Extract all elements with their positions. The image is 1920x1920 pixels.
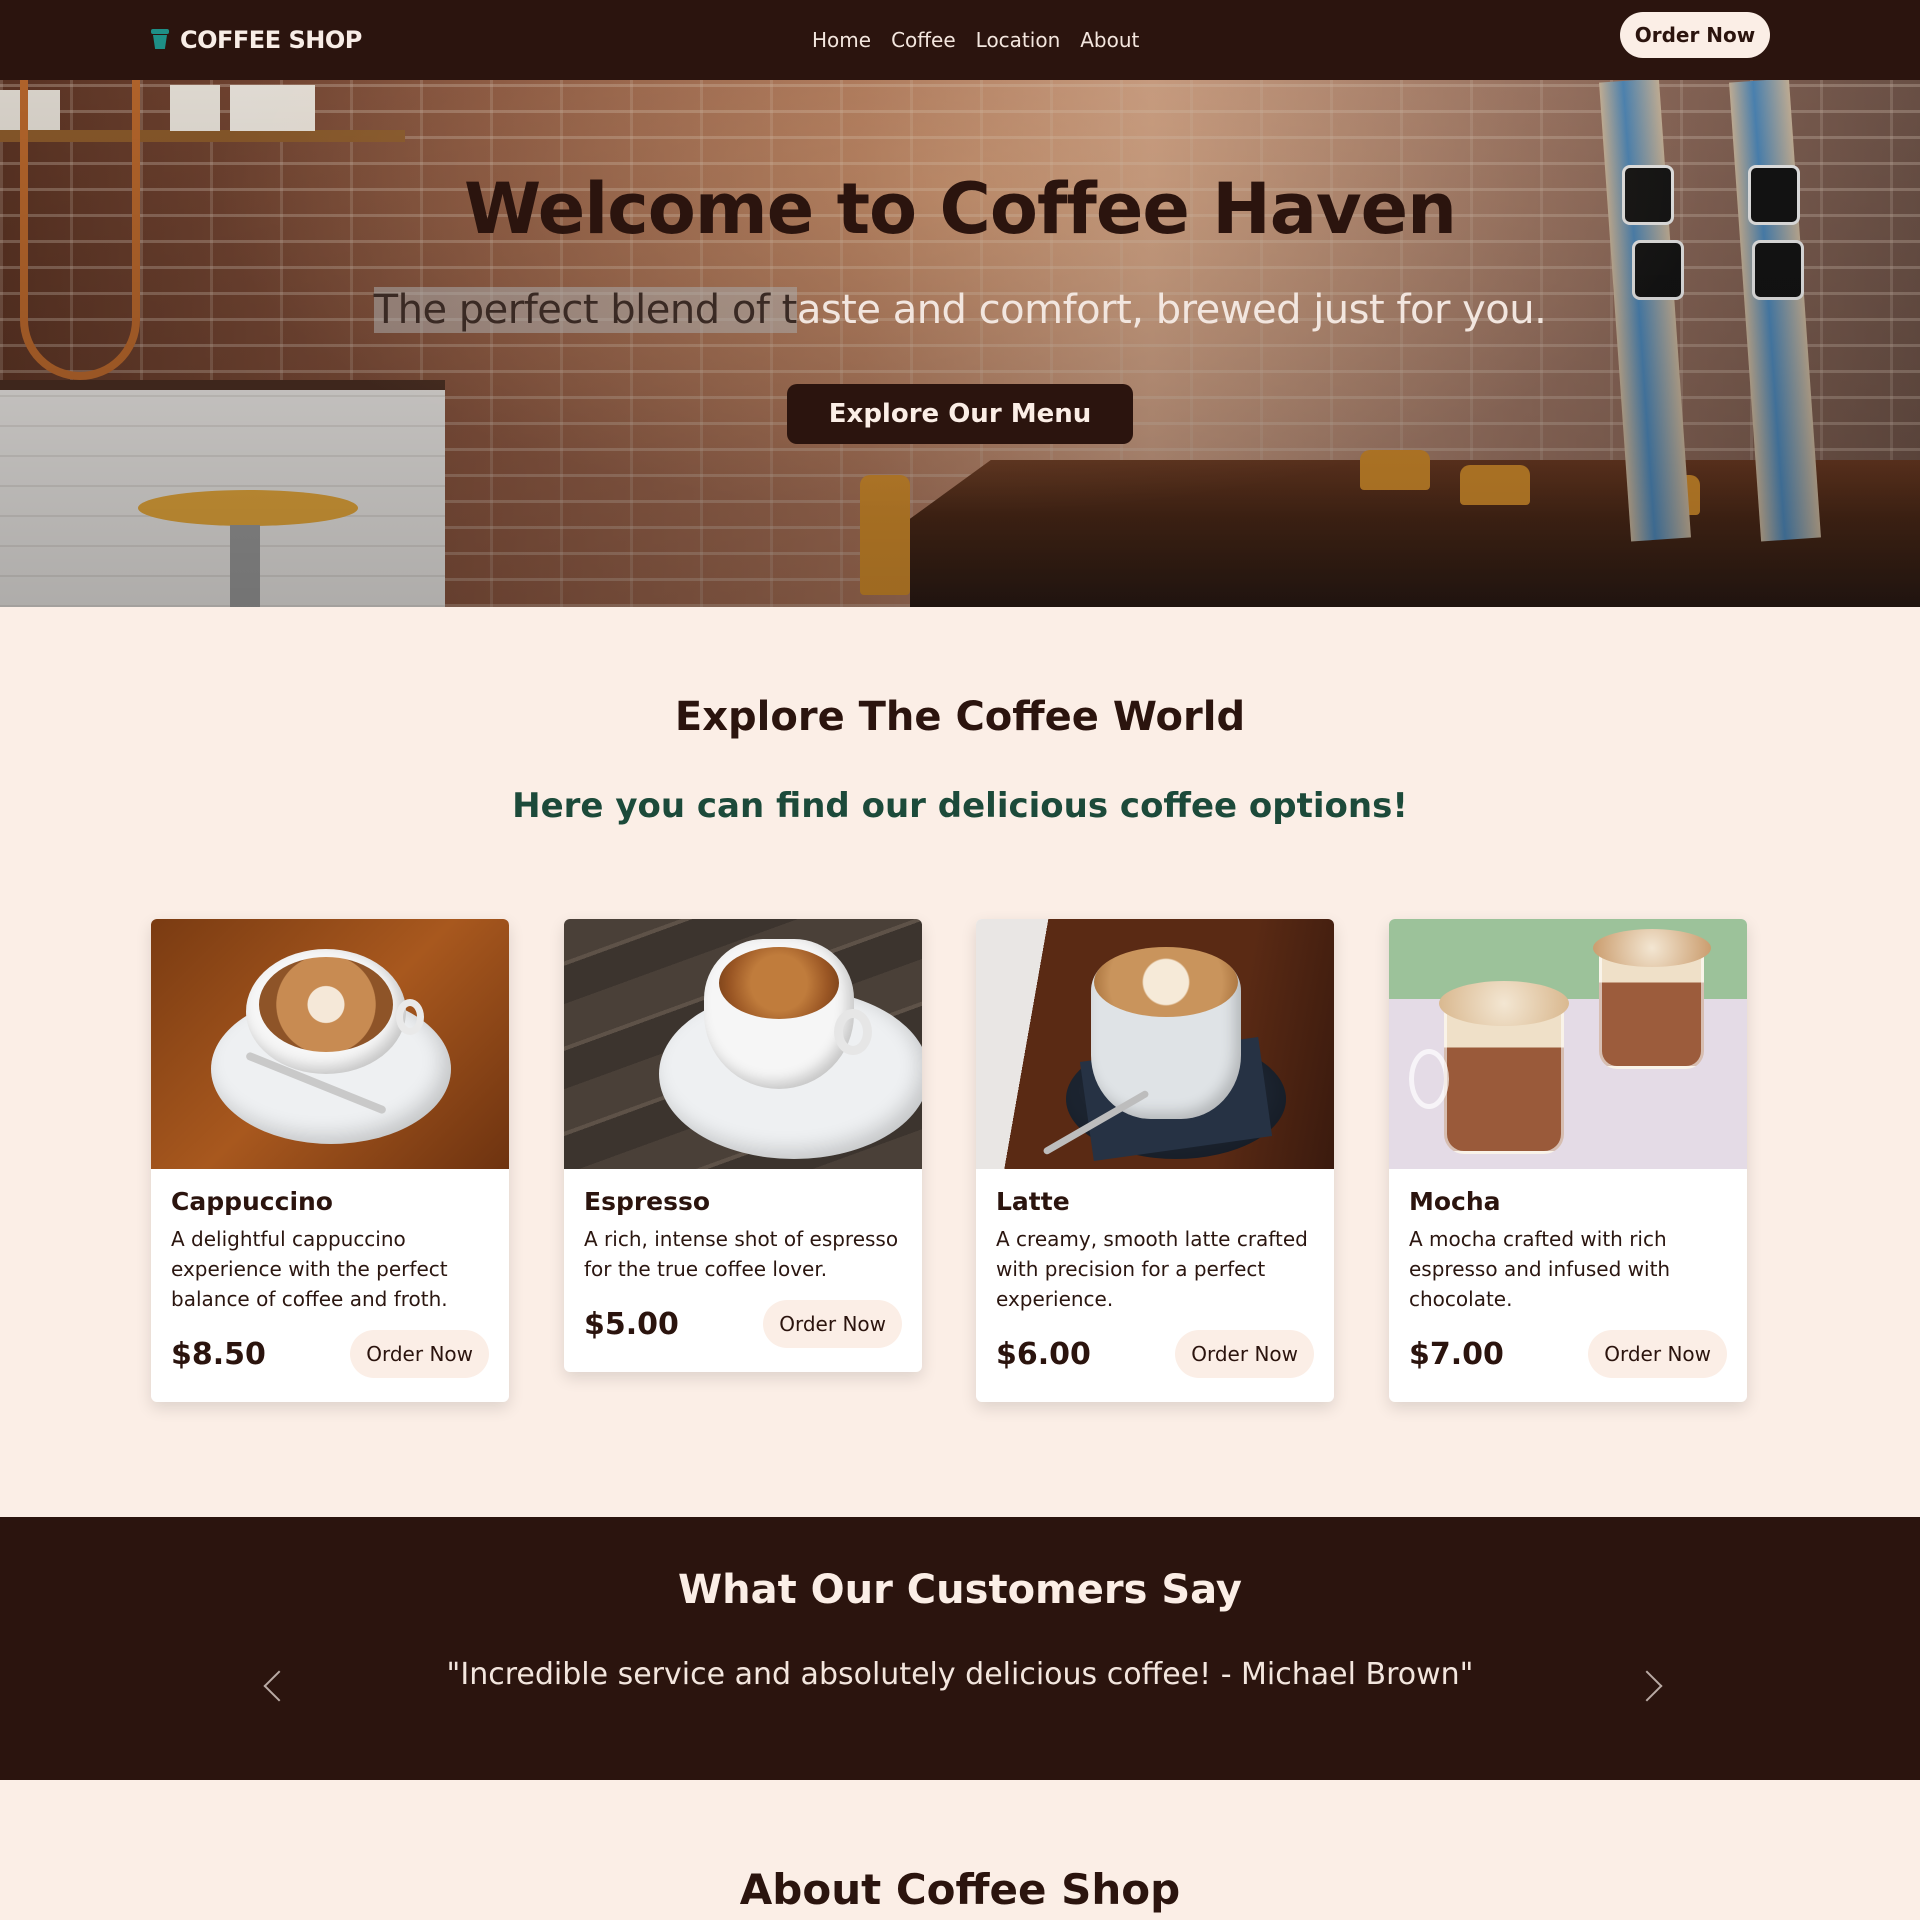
product-price: $8.50	[171, 1336, 266, 1372]
nav-link-home[interactable]: Home	[812, 28, 871, 52]
product-card-mocha: Mocha A mocha crafted with rich espresso…	[1389, 919, 1747, 1402]
explore-section-title: Explore The Coffee World	[674, 694, 1246, 740]
brand-logo[interactable]: COFFEE SHOP	[150, 0, 362, 80]
product-name: Latte	[996, 1187, 1070, 1216]
product-description: A creamy, smooth latte crafted with prec…	[996, 1227, 1308, 1311]
order-now-button[interactable]: Order Now	[350, 1330, 489, 1378]
product-price: $5.00	[584, 1306, 679, 1342]
nav-order-now-button[interactable]: Order Now	[1620, 12, 1770, 58]
brand-name: COFFEE SHOP	[180, 26, 362, 54]
order-now-button[interactable]: Order Now	[763, 1300, 902, 1348]
testimonials-section: What Our Customers Say "Incredible servi…	[0, 1517, 1920, 1780]
order-now-button[interactable]: Order Now	[1588, 1330, 1727, 1378]
product-name: Mocha	[1409, 1187, 1501, 1216]
explore-menu-button[interactable]: Explore Our Menu	[787, 384, 1133, 444]
navbar: COFFEE SHOP Home Coffee Location About O…	[0, 0, 1920, 80]
product-card-espresso: Espresso A rich, intense shot of espress…	[564, 919, 922, 1372]
hero-background-image	[0, 80, 1920, 607]
nav-link-location[interactable]: Location	[976, 28, 1061, 52]
hero-subtitle-rest: aste and comfort, brewed just for you.	[796, 287, 1547, 333]
product-name: Espresso	[584, 1187, 711, 1216]
about-section-title: About Coffee Shop	[739, 1865, 1181, 1914]
nav-link-about[interactable]: About	[1080, 28, 1139, 52]
hero-title: Welcome to Coffee Haven	[464, 168, 1457, 250]
product-description: A rich, intense shot of espresso for the…	[584, 1227, 899, 1281]
mocha-image	[1389, 919, 1747, 1169]
cappuccino-image	[151, 919, 509, 1169]
hero-subtitle-selected-text: The perfect blend of t	[373, 287, 797, 333]
product-price: $6.00	[996, 1336, 1091, 1372]
product-card-cappuccino: Cappuccino A delightful cappuccino exper…	[151, 919, 509, 1402]
product-price: $7.00	[1409, 1336, 1504, 1372]
nav-link-coffee[interactable]: Coffee	[891, 28, 956, 52]
product-description: A delightful cappuccino experience with …	[171, 1227, 448, 1311]
hero-section: Welcome to Coffee Haven The perfect blen…	[0, 80, 1920, 607]
order-now-button[interactable]: Order Now	[1175, 1330, 1314, 1378]
coffee-cup-icon	[150, 27, 172, 53]
product-description: A mocha crafted with rich espresso and i…	[1409, 1227, 1671, 1311]
testimonials-title: What Our Customers Say	[678, 1567, 1242, 1613]
latte-image	[976, 919, 1334, 1169]
product-card-latte: Latte A creamy, smooth latte crafted wit…	[976, 919, 1334, 1402]
chevron-right-icon[interactable]	[1631, 1667, 1666, 1707]
nav-links: Home Coffee Location About	[812, 0, 1139, 80]
hero-subtitle: The perfect blend of taste and comfort, …	[0, 287, 1920, 333]
product-name: Cappuccino	[171, 1187, 333, 1216]
explore-section-subtitle: Here you can find our delicious coffee o…	[512, 786, 1408, 826]
espresso-image	[564, 919, 922, 1169]
